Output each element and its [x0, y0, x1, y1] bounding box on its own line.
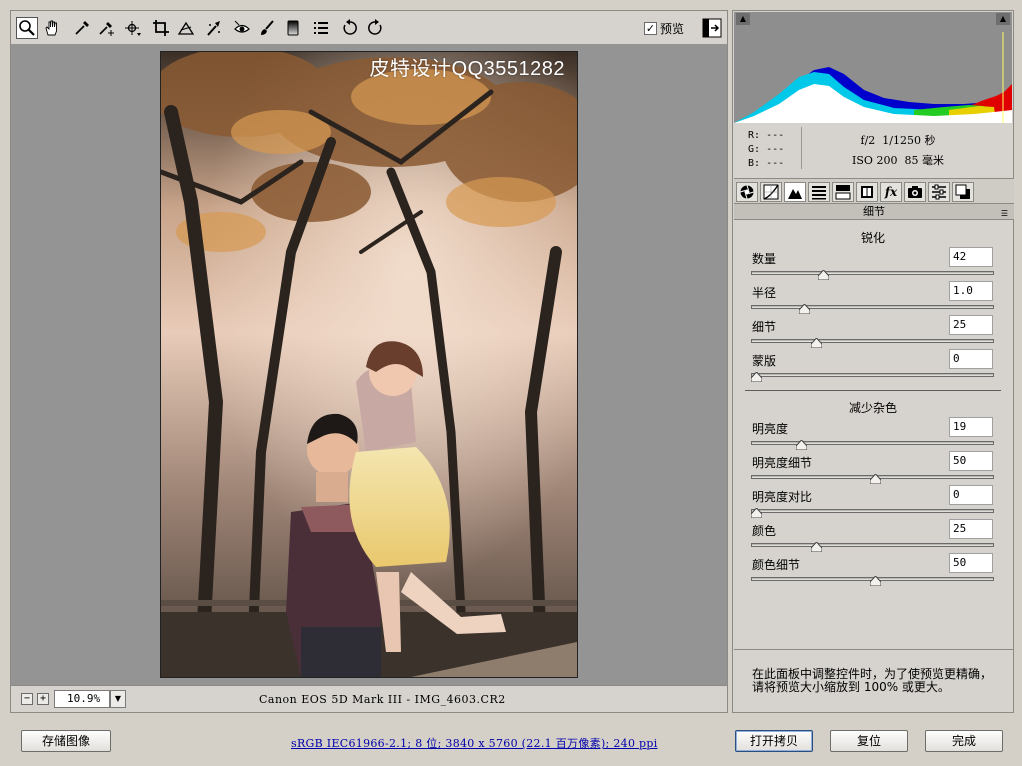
zoom-in-button[interactable]: +	[37, 693, 49, 705]
slider-thumb[interactable]	[751, 372, 762, 382]
preferences-list-icon[interactable]	[310, 17, 332, 39]
detail-hint-text: 在此面板中调整控件时，为了使预览更精确， 请将预览大小缩放到 100% 或更大。	[734, 649, 1014, 694]
crop-tool-icon[interactable]	[150, 17, 172, 39]
slider-label: 明亮度对比	[752, 490, 813, 504]
color-sampler-tool-icon[interactable]	[95, 17, 117, 39]
histogram: ▲ ▲	[734, 12, 1012, 123]
section-title: 细节 ☰	[734, 204, 1014, 220]
zoom-out-button[interactable]: −	[21, 693, 33, 705]
preview-photo[interactable]: 皮特设计QQ3551282	[160, 51, 578, 678]
preview-label: 预览	[660, 22, 685, 36]
tab-presets-icon[interactable]	[928, 182, 950, 202]
spot-removal-tool-icon[interactable]	[203, 17, 225, 39]
straighten-tool-icon[interactable]	[175, 17, 197, 39]
slider-track[interactable]	[751, 509, 994, 513]
tab-hsl-icon[interactable]	[808, 182, 830, 202]
slider-value-field[interactable]: 25	[949, 519, 993, 539]
tab-tone-curve-icon[interactable]	[760, 182, 782, 202]
aperture: f/2	[860, 134, 876, 147]
rgb-readout: R: --- G: --- B: ---	[748, 130, 785, 169]
info-separator	[801, 127, 802, 169]
slider-track[interactable]	[751, 305, 994, 309]
b-value: ---	[766, 158, 785, 169]
slider-label: 明亮度细节	[752, 456, 813, 470]
slider-thumb[interactable]	[810, 338, 822, 348]
tab-detail-icon[interactable]	[784, 182, 806, 202]
slider-value-field[interactable]: 50	[949, 451, 993, 471]
rotate-cw-icon[interactable]	[364, 17, 386, 39]
slider-thumb[interactable]	[817, 270, 829, 280]
hand-tool-icon[interactable]	[41, 17, 63, 39]
slider-value-field[interactable]: 42	[949, 247, 993, 267]
slider-label: 蒙版	[752, 354, 777, 368]
camera-file-label: Canon EOS 5D Mark III - IMG_4603.CR2	[259, 693, 506, 706]
tab-camera-calibration-icon[interactable]	[904, 182, 926, 202]
slider-thumb[interactable]	[751, 508, 762, 518]
slider-track[interactable]	[751, 373, 994, 377]
open-copy-button[interactable]: 打开拷贝	[735, 730, 813, 752]
shutter-speed: 1/1250 秒	[882, 134, 936, 147]
focal-length: 85 毫米	[904, 154, 944, 167]
save-image-button[interactable]: 存储图像	[21, 730, 111, 752]
slider-thumb[interactable]	[870, 576, 881, 586]
slider-value-field[interactable]: 25	[949, 315, 993, 335]
tab-snapshots-icon[interactable]	[952, 182, 974, 202]
tab-effects-icon[interactable]: fx	[880, 182, 902, 202]
sharpening-heading: 锐化	[860, 231, 885, 245]
slider-label: 颜色	[752, 524, 777, 538]
slider-label: 半径	[752, 286, 777, 300]
white-balance-tool-icon[interactable]	[71, 17, 93, 39]
slider-label: 细节	[752, 320, 777, 334]
slider-thumb[interactable]	[796, 440, 808, 450]
fullscreen-toggle-icon[interactable]	[701, 17, 723, 39]
zoom-level-field[interactable]: 10.9%	[54, 690, 110, 708]
slider-value-field[interactable]: 1.0	[949, 281, 993, 301]
preview-checkbox[interactable]: ✓	[644, 22, 657, 35]
slider-label: 颜色细节	[752, 558, 801, 572]
slider-thumb[interactable]	[810, 542, 822, 552]
slider-track[interactable]	[751, 339, 994, 343]
exif-info: f/2 1/1250 秒 ISO 200 85 毫米	[823, 131, 973, 171]
highlight-clipping-icon[interactable]: ▲	[996, 13, 1010, 25]
noise-reduction-heading: 减少杂色	[848, 401, 897, 415]
panel-tabs: fx	[734, 178, 1014, 204]
slider-label: 数量	[752, 252, 777, 266]
slider-thumb[interactable]	[870, 474, 881, 484]
rotate-ccw-icon[interactable]	[339, 17, 361, 39]
preview-canvas[interactable]: 皮特设计QQ3551282	[10, 44, 728, 685]
workflow-options-link[interactable]: sRGB IEC61966-2.1; 8 位; 3840 x 5760 (22.…	[291, 735, 658, 751]
iso: ISO 200	[852, 154, 898, 167]
slider-thumb[interactable]	[798, 304, 810, 314]
slider-value-field[interactable]: 50	[949, 553, 993, 573]
panel-menu-icon[interactable]: ☰	[1001, 206, 1008, 221]
target-adjustment-tool-icon[interactable]	[122, 17, 144, 39]
section-divider	[745, 390, 1001, 391]
adjustment-brush-tool-icon[interactable]	[256, 17, 278, 39]
reset-button[interactable]: 复位	[830, 730, 908, 752]
zoom-dropdown-icon[interactable]: ▼	[110, 690, 126, 708]
done-button[interactable]: 完成	[925, 730, 1003, 752]
tab-basic-icon[interactable]	[736, 182, 758, 202]
slider-value-field[interactable]: 0	[949, 485, 993, 505]
red-eye-removal-tool-icon[interactable]	[231, 17, 253, 39]
graduated-filter-tool-icon[interactable]	[282, 17, 304, 39]
g-value: ---	[766, 144, 785, 155]
slider-track[interactable]	[751, 543, 994, 547]
status-bar: − + 10.9% ▼ Canon EOS 5D Mark III - IMG_…	[10, 685, 728, 713]
zoom-tool-icon[interactable]	[16, 17, 38, 39]
tab-lens-corrections-icon[interactable]	[856, 182, 878, 202]
shadow-clipping-icon[interactable]: ▲	[736, 13, 750, 25]
slider-value-field[interactable]: 0	[949, 349, 993, 369]
slider-label: 明亮度	[752, 422, 789, 436]
slider-value-field[interactable]: 19	[949, 417, 993, 437]
preview-toggle[interactable]: ✓ 预览	[644, 20, 684, 37]
tab-split-toning-icon[interactable]	[832, 182, 854, 202]
watermark-text: 皮特设计QQ3551282	[369, 58, 565, 80]
adjustments-panel: ▲ ▲ R: --- G: --- B: --- f/2 1/1250 秒 IS…	[732, 10, 1014, 713]
slider-track[interactable]	[751, 441, 994, 445]
toolbar: ✓ 预览	[10, 10, 728, 44]
slider-track[interactable]	[751, 271, 994, 275]
r-value: ---	[766, 130, 785, 141]
